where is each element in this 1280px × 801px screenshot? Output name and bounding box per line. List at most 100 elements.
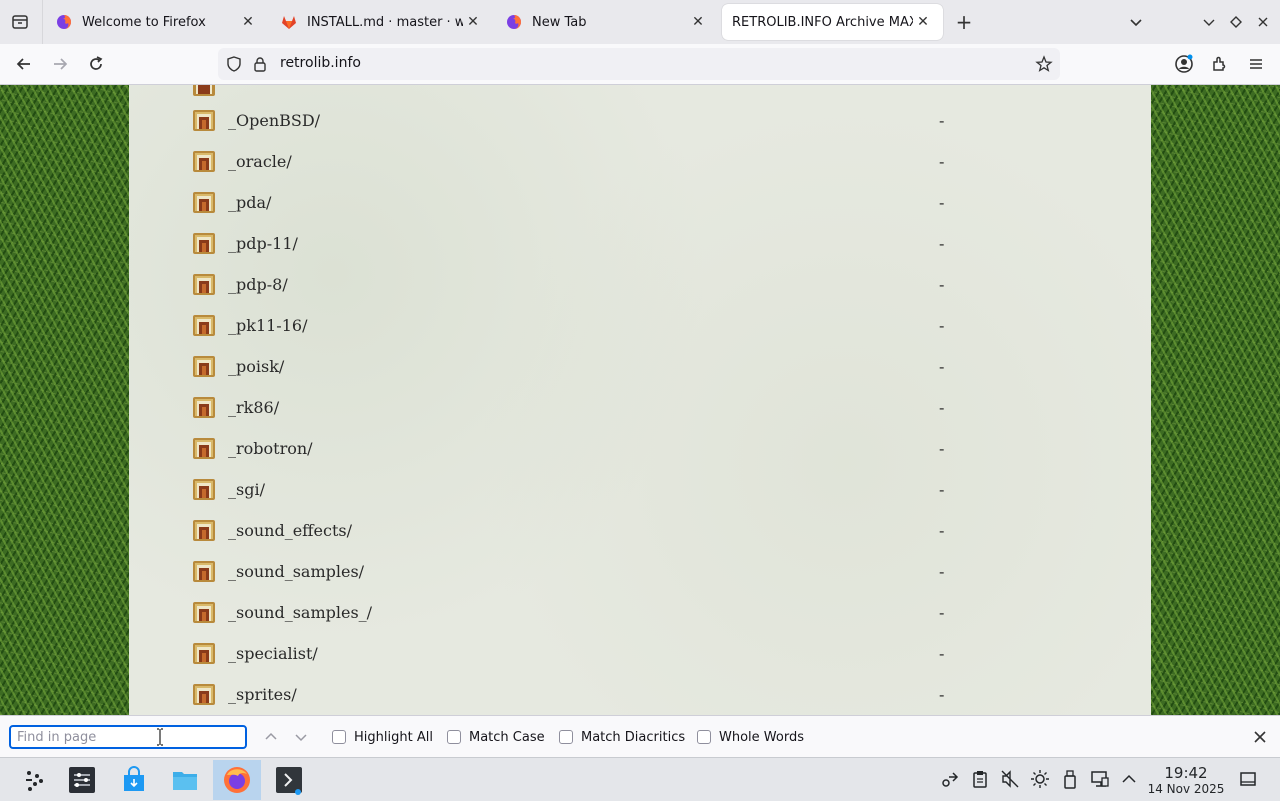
maximize-icon[interactable]: [1224, 10, 1248, 34]
url-text[interactable]: retrolib.info: [280, 55, 361, 71]
find-next-icon[interactable]: [292, 728, 310, 746]
terminal-icon[interactable]: [265, 760, 313, 800]
clipboard-icon[interactable]: [970, 769, 990, 789]
list-all-tabs-icon[interactable]: [1124, 10, 1148, 34]
directory-link[interactable]: _OpenBSD/: [228, 111, 320, 130]
folder-icon: [190, 475, 218, 503]
bookmark-star-icon[interactable]: [1034, 54, 1054, 74]
lock-icon[interactable]: [252, 56, 268, 72]
reload-icon[interactable]: [84, 52, 108, 76]
directory-link[interactable]: _sgi/: [228, 480, 265, 499]
tab-welcome[interactable]: Welcome to Firefox ✕: [46, 4, 268, 40]
directory-row[interactable]: _pk11-16/ -: [129, 305, 1151, 346]
forward-icon[interactable]: [48, 52, 72, 76]
file-manager-icon[interactable]: [161, 760, 209, 800]
directory-link[interactable]: _pk11-16/: [228, 316, 307, 335]
match-diacritics-checkbox[interactable]: Match Diacritics: [559, 728, 685, 746]
new-tab-icon[interactable]: +: [952, 10, 976, 34]
directory-row[interactable]: _oracle/ -: [129, 141, 1151, 182]
minimize-icon[interactable]: [1197, 10, 1221, 34]
checkbox[interactable]: [332, 730, 346, 744]
directory-row[interactable]: _OpenBSD/ -: [129, 100, 1151, 141]
tab-retrolib[interactable]: RETROLIB.INFO Archive MAXIGROUP ✕: [722, 4, 943, 40]
software-store-icon[interactable]: [110, 760, 158, 800]
firefox-icon: [56, 14, 72, 30]
directory-size: -: [939, 480, 945, 499]
directory-link[interactable]: _sound_samples/: [228, 562, 364, 581]
directory-row[interactable]: _pdp-11/ -: [129, 223, 1151, 264]
directory-row[interactable]: _pda/ -: [129, 182, 1151, 223]
directory-link[interactable]: _oracle/: [228, 152, 292, 171]
url-bar[interactable]: retrolib.info: [218, 48, 1060, 80]
match-case-label: Match Case: [469, 729, 545, 745]
close-find-bar-icon[interactable]: [1250, 727, 1270, 747]
directory-link[interactable]: _pda/: [228, 193, 271, 212]
directory-size: -: [939, 439, 945, 458]
tab-install-md[interactable]: INSTALL.md · master · wacom ✕: [271, 4, 493, 40]
directory-link[interactable]: _sprites/: [228, 685, 297, 704]
directory-link[interactable]: _pdp-8/: [228, 275, 288, 294]
folder-icon: [190, 516, 218, 544]
highlight-all-checkbox[interactable]: Highlight All: [332, 728, 433, 746]
close-tab-icon[interactable]: ✕: [238, 12, 258, 32]
directory-link[interactable]: _poisk/: [228, 357, 284, 376]
tab-title: New Tab: [532, 14, 587, 30]
account-icon[interactable]: [1172, 52, 1196, 76]
show-desktop-icon[interactable]: [1238, 769, 1258, 789]
directory-row[interactable]: _sound_samples_/ -: [129, 592, 1151, 633]
folder-icon: [190, 352, 218, 380]
network-wired-icon[interactable]: [1090, 769, 1110, 789]
directory-size: -: [939, 275, 945, 294]
directory-link[interactable]: _specialist/: [228, 644, 318, 663]
checkbox[interactable]: [697, 730, 711, 744]
firefox-taskbar-icon[interactable]: [213, 760, 261, 800]
close-tab-icon[interactable]: ✕: [913, 12, 933, 32]
show-hidden-icons-chevron-icon[interactable]: [1119, 769, 1139, 789]
directory-link[interactable]: _robotron/: [228, 439, 313, 458]
firefox-icon: [506, 14, 522, 30]
close-window-icon[interactable]: [1251, 10, 1275, 34]
directory-link[interactable]: _rk86/: [228, 398, 279, 417]
directory-row[interactable]: _rk86/ -: [129, 387, 1151, 428]
brightness-icon[interactable]: [1030, 769, 1050, 789]
directory-link[interactable]: _pdp-11/: [228, 234, 298, 253]
directory-row[interactable]: _sgi/ -: [129, 469, 1151, 510]
close-tab-icon[interactable]: ✕: [688, 12, 708, 32]
folder-icon: [190, 680, 218, 708]
directory-size: -: [939, 644, 945, 663]
app-launcher-icon[interactable]: [10, 760, 58, 800]
firefox-view-icon[interactable]: [8, 10, 32, 34]
tab-new-tab[interactable]: New Tab ✕: [496, 4, 718, 40]
tracking-protection-shield-icon[interactable]: [226, 56, 242, 72]
directory-row[interactable]: _sound_samples/ -: [129, 551, 1151, 592]
whole-words-checkbox[interactable]: Whole Words: [697, 728, 804, 746]
clock-date[interactable]: 14 Nov 2025: [1142, 782, 1230, 796]
directory-link[interactable]: _sound_effects/: [228, 521, 352, 540]
system-settings-icon[interactable]: [58, 760, 106, 800]
menu-hamburger-icon[interactable]: [1244, 52, 1268, 76]
taskbar: 19:42 14 Nov 2025: [0, 757, 1280, 801]
kde-connect-icon[interactable]: [940, 769, 960, 789]
directory-link[interactable]: _sound_samples_/: [228, 603, 372, 622]
directory-row[interactable]: _sprites/ -: [129, 674, 1151, 715]
directory-row[interactable]: _robotron/ -: [129, 428, 1151, 469]
tab-title: RETROLIB.INFO Archive MAXIGROUP: [732, 14, 913, 30]
close-tab-icon[interactable]: ✕: [463, 12, 483, 32]
checkbox[interactable]: [447, 730, 461, 744]
whole-words-label: Whole Words: [719, 729, 804, 745]
directory-size: -: [939, 398, 945, 417]
clock-time[interactable]: 19:42: [1148, 764, 1224, 782]
find-previous-icon[interactable]: [262, 728, 280, 746]
directory-row[interactable]: _specialist/ -: [129, 633, 1151, 674]
removable-device-icon[interactable]: [1060, 769, 1080, 789]
directory-row[interactable]: _poisk/ -: [129, 346, 1151, 387]
volume-muted-icon[interactable]: [1000, 769, 1020, 789]
directory-row[interactable]: _pdp-8/ -: [129, 264, 1151, 305]
extensions-icon[interactable]: [1208, 52, 1232, 76]
match-diacritics-label: Match Diacritics: [581, 729, 686, 745]
match-case-checkbox[interactable]: Match Case: [447, 728, 545, 746]
checkbox[interactable]: [559, 730, 573, 744]
find-in-page-input[interactable]: [9, 725, 247, 749]
directory-row[interactable]: _sound_effects/ -: [129, 510, 1151, 551]
back-icon[interactable]: [12, 52, 36, 76]
